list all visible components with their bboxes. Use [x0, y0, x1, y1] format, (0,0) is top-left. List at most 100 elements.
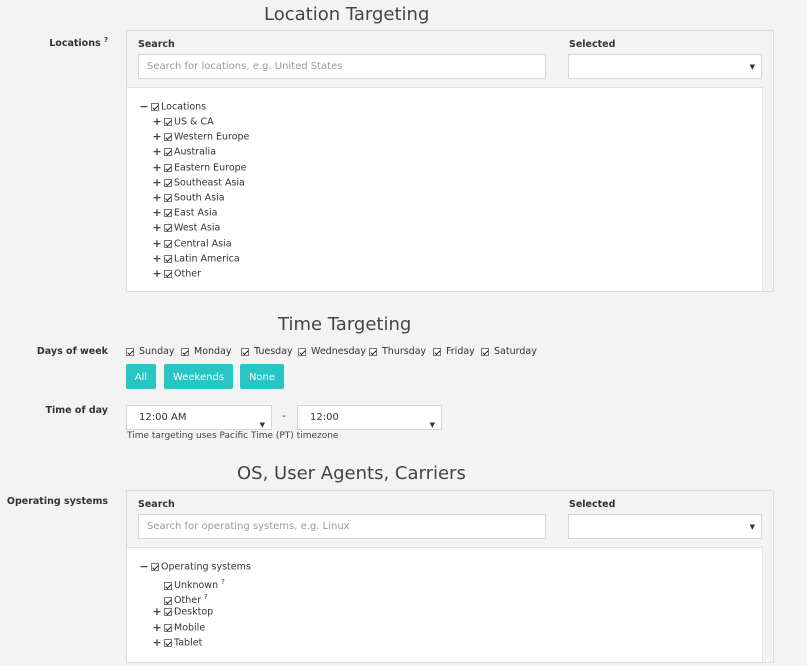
day-label: Thursday [382, 346, 427, 357]
checkbox-checked-icon[interactable] [164, 638, 172, 647]
checkbox-checked-icon[interactable] [164, 608, 172, 617]
plus-icon[interactable]: + [152, 621, 162, 635]
tree-item-label: Tablet [174, 637, 203, 649]
help-icon[interactable]: ? [204, 593, 208, 601]
os-selected-dropdown[interactable]: ▼ [568, 514, 762, 539]
day-label: Saturday [494, 346, 537, 357]
tree-item[interactable]: + Mobile [152, 621, 205, 635]
tree-item[interactable]: + Tablet [152, 636, 202, 650]
minus-icon[interactable]: − [139, 560, 149, 574]
plus-icon[interactable]: + [152, 252, 162, 266]
plus-icon[interactable]: + [152, 636, 162, 650]
day-label: Sunday [139, 346, 175, 357]
tree-item[interactable]: + South Asia [152, 191, 224, 205]
tree-item[interactable]: + Western Europe [152, 130, 249, 144]
checkbox-checked-icon[interactable] [164, 194, 172, 202]
tree-item-label: Western Europe [174, 131, 250, 143]
os-panel-head: Search Selected ▼ [127, 491, 773, 547]
tree-item[interactable]: + Australia [152, 145, 216, 159]
plus-icon[interactable]: + [152, 206, 162, 220]
plus-icon[interactable]: + [152, 161, 162, 175]
tree-item[interactable]: + Other [152, 267, 201, 281]
os-panel: Search Selected ▼ −Operating systems Unk… [126, 490, 774, 663]
os-tree: − Operating systems Unknown ? Other ? + Desk… [127, 547, 762, 662]
tree-item[interactable]: + West Asia [152, 221, 220, 235]
help-icon[interactable]: ? [221, 578, 225, 586]
locations-label-text: Locations [49, 38, 101, 50]
plus-icon[interactable]: + [152, 191, 162, 205]
checkbox-checked-icon[interactable] [126, 347, 134, 356]
checkbox-checked-icon[interactable] [164, 163, 172, 172]
os-tree-scrollbar[interactable] [762, 547, 773, 662]
none-button[interactable]: None [240, 364, 284, 389]
day-checkbox-friday[interactable]: Friday [433, 345, 475, 359]
checkbox-checked-icon[interactable] [164, 596, 172, 605]
tree-item-label: Southeast Asia [174, 177, 245, 189]
help-icon[interactable]: ? [104, 36, 108, 44]
tree-item[interactable]: Unknown ? [152, 575, 225, 591]
plus-icon[interactable]: + [152, 115, 162, 129]
tree-item[interactable]: + Latin America [152, 252, 239, 266]
checkbox-checked-icon[interactable] [164, 133, 172, 142]
tree-root-label: Operating systems [161, 561, 251, 573]
checkbox-checked-icon[interactable] [241, 347, 249, 356]
tree-item[interactable]: + Eastern Europe [152, 161, 246, 175]
operating-systems-label: Operating systems [6, 496, 108, 507]
checkbox-checked-icon[interactable] [433, 347, 441, 356]
checkbox-checked-icon[interactable] [298, 347, 306, 356]
checkbox-checked-icon[interactable] [164, 270, 172, 278]
minus-icon[interactable]: − [139, 100, 149, 114]
weekends-button[interactable]: Weekends [164, 364, 233, 389]
start-time-value: 12:00 AM [139, 412, 187, 423]
checkbox-checked-icon[interactable] [369, 347, 377, 356]
tree-item[interactable]: + US & CA [152, 115, 213, 129]
location-tree-scrollbar[interactable] [762, 87, 773, 291]
checkbox-checked-icon[interactable] [164, 178, 172, 187]
checkbox-checked-icon[interactable] [164, 209, 172, 218]
tree-item-label: Central Asia [174, 238, 232, 250]
plus-icon[interactable]: + [152, 176, 162, 190]
checkbox-checked-icon[interactable] [164, 148, 172, 157]
checkbox-checked-icon[interactable] [151, 103, 159, 111]
all-days-button[interactable]: All [126, 364, 156, 389]
plus-icon[interactable]: + [152, 267, 162, 281]
plus-icon[interactable]: + [152, 145, 162, 159]
location-tree: − Locations + US & CA + Western Europe + Austr… [127, 87, 762, 291]
plus-icon[interactable]: + [152, 605, 162, 619]
day-checkbox-sunday[interactable]: Sunday [126, 345, 175, 359]
checkbox-checked-icon[interactable] [181, 347, 189, 356]
selected-header: Selected [569, 39, 616, 50]
day-label: Monday [194, 346, 232, 357]
day-checkbox-thursday[interactable]: Thursday [369, 345, 426, 359]
start-time-select[interactable]: 12:00 AM ▼ [126, 405, 272, 430]
time-separator: - [282, 409, 286, 422]
checkbox-checked-icon[interactable] [164, 254, 172, 263]
plus-icon[interactable]: + [152, 237, 162, 251]
checkbox-checked-icon[interactable] [164, 623, 172, 632]
locations-label: Locations ? [0, 36, 108, 49]
tree-item[interactable]: + Southeast Asia [152, 176, 245, 190]
plus-icon[interactable]: + [152, 130, 162, 144]
end-time-select[interactable]: 12:00 ▼ [297, 405, 442, 430]
os-search-input[interactable] [138, 514, 546, 539]
day-checkbox-monday[interactable]: Monday [181, 345, 232, 359]
tree-item[interactable]: + Central Asia [152, 237, 232, 251]
checkbox-checked-icon[interactable] [164, 239, 172, 248]
day-checkbox-wednesday[interactable]: Wednesday [298, 345, 366, 359]
tree-item-label: Australia [174, 146, 217, 158]
tree-item[interactable]: + Desktop [152, 605, 213, 619]
day-label: Tuesday [254, 346, 293, 357]
checkbox-checked-icon[interactable] [164, 581, 172, 590]
checkbox-checked-icon[interactable] [481, 347, 489, 356]
selected-header: Selected [569, 499, 616, 510]
plus-icon[interactable]: + [152, 221, 162, 235]
day-checkbox-saturday[interactable]: Saturday [481, 345, 537, 359]
location-selected-dropdown[interactable]: ▼ [568, 54, 762, 79]
tree-item[interactable]: Other ? [152, 590, 208, 606]
checkbox-checked-icon[interactable] [164, 118, 172, 126]
checkbox-checked-icon[interactable] [151, 563, 159, 571]
location-search-input[interactable] [138, 54, 546, 79]
checkbox-checked-icon[interactable] [164, 224, 172, 233]
tree-item[interactable]: + East Asia [152, 206, 217, 220]
day-checkbox-tuesday[interactable]: Tuesday [241, 345, 293, 359]
